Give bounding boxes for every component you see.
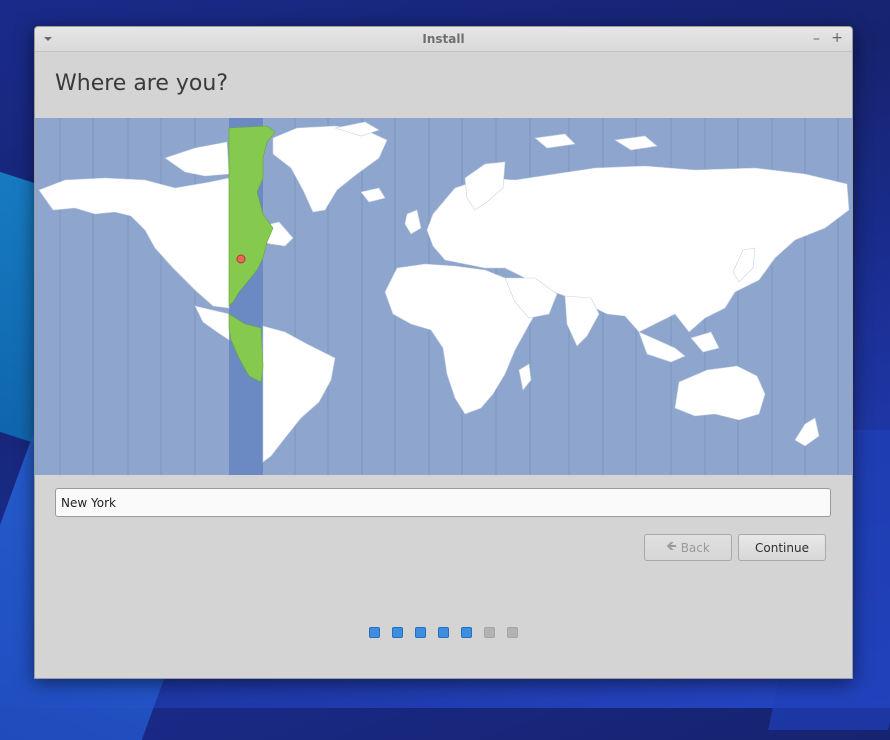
minimize-icon[interactable]: – bbox=[813, 31, 820, 47]
progress-step-dot bbox=[484, 627, 495, 638]
timezone-map[interactable] bbox=[35, 118, 852, 475]
progress-step-dot bbox=[392, 627, 403, 638]
continue-button-label: Continue bbox=[755, 540, 809, 555]
back-button-label: Back bbox=[680, 540, 710, 555]
location-marker bbox=[236, 254, 246, 264]
arrow-left-icon: 🡸 bbox=[666, 538, 677, 554]
continue-button[interactable]: Continue bbox=[738, 534, 826, 561]
location-input[interactable] bbox=[55, 488, 831, 517]
maximize-icon[interactable]: + bbox=[831, 30, 843, 46]
installer-window: Install – + Where are you? New York 🡸 Ba… bbox=[34, 26, 853, 679]
page-title: Where are you? bbox=[55, 71, 228, 96]
progress-step-dot bbox=[415, 627, 426, 638]
title-bar: Install – + bbox=[35, 27, 852, 52]
progress-step-dot bbox=[461, 627, 472, 638]
progress-step-dot bbox=[507, 627, 518, 638]
back-button[interactable]: 🡸 Back bbox=[644, 534, 732, 561]
progress-step-dot bbox=[369, 627, 380, 638]
world-map-graphic bbox=[38, 118, 850, 475]
progress-step-dot bbox=[438, 627, 449, 638]
window-title: Install bbox=[422, 32, 465, 46]
progress-indicator bbox=[369, 627, 518, 638]
